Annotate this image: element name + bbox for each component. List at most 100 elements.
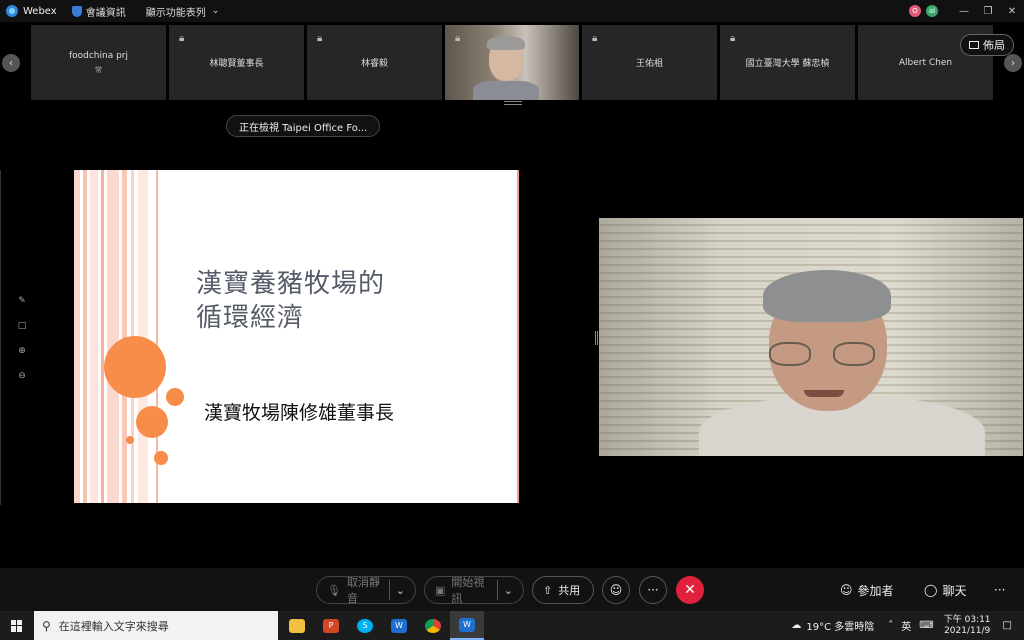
taskbar-clock[interactable]: 下午 03:11 2021/11/9 [944, 615, 991, 637]
webex-logo-icon [6, 5, 18, 17]
presence-avatar-2[interactable]: al [926, 5, 938, 17]
participant-name: 王佑柤 [635, 59, 663, 69]
zoom-in-icon[interactable]: ⊕ [18, 338, 26, 363]
chevron-up-icon[interactable]: ˄ [888, 620, 893, 631]
strip-prev-button[interactable]: ‹ [2, 54, 20, 72]
taskbar-powerpoint[interactable]: P [314, 611, 348, 640]
lock-icon: 🔒︎ [179, 33, 185, 44]
search-placeholder: 在這裡輸入文字來搜尋 [58, 619, 169, 633]
cloud-icon: ☁ [791, 620, 802, 631]
participant-tile[interactable]: foodchina prj 常 [31, 25, 166, 100]
webex-icon: W [459, 617, 475, 632]
participants-button[interactable]: ☺ 參加者 [840, 576, 894, 604]
app-name: Webex [23, 5, 57, 17]
restore-icon[interactable]: ❐ [976, 6, 1000, 17]
search-icon: ⚲ [42, 618, 51, 633]
slide-stripe [74, 170, 80, 503]
taskbar-skype[interactable]: S [348, 611, 382, 640]
slide-stripe [83, 170, 87, 503]
skype-icon: S [357, 618, 373, 633]
windows-logo-icon [11, 619, 23, 632]
stage-resize-handle[interactable] [595, 331, 598, 345]
webex-logo: Webex [6, 5, 57, 17]
start-button[interactable] [0, 611, 34, 640]
strip-resize-handle[interactable] [504, 101, 522, 105]
title-bar: Webex 會議資訊 顯示功能表列 ⌄ O al — ❐ ✕ [0, 0, 1024, 22]
participant-name: 國立臺灣大學 蘇忠楨 [745, 59, 830, 69]
taskbar-webex-2[interactable]: W [450, 611, 484, 640]
slide-title-line-1: 漢寶養豬牧場的 [196, 269, 386, 299]
slide-circle [104, 336, 166, 398]
zoom-out-icon[interactable]: ⊖ [18, 363, 26, 388]
layout-label: 佈局 [983, 39, 1005, 52]
chevron-down-icon[interactable]: ⌄ [504, 584, 513, 597]
chevron-down-icon[interactable]: ⌄ [396, 584, 405, 597]
participants-label: 參加者 [857, 583, 894, 598]
participant-name: foodchina prj [68, 50, 129, 61]
taskbar-webex-1[interactable]: W [382, 611, 416, 640]
share-button[interactable]: ⇧ 共用 [532, 576, 594, 604]
active-speaker-video[interactable] [599, 218, 1023, 456]
weather-text[interactable]: 19°C 多雲時陰 [806, 618, 874, 633]
viewing-pill[interactable]: 正在檢視 Taipei Office Fo... [226, 115, 381, 137]
button-separator [496, 580, 498, 600]
start-video-label: 開始視訊 [451, 576, 485, 605]
close-icon[interactable]: ✕ [1000, 6, 1024, 17]
shield-icon [71, 5, 82, 17]
chat-button[interactable]: ◯ 聊天 [924, 576, 966, 604]
video-person-body [473, 81, 539, 100]
speaker-glasses-right [833, 342, 875, 366]
slide-circle [126, 436, 134, 444]
lock-icon: 🔒︎ [455, 33, 461, 44]
participant-tile[interactable]: 🔒︎ 林睿毅 [307, 25, 442, 100]
layout-icon [969, 41, 979, 49]
slide-stripe [90, 170, 98, 503]
slide-title-line-2: 循環經濟 [196, 303, 305, 333]
clock-date: 2021/11/9 [944, 625, 991, 636]
taskbar-search[interactable]: ⚲ 在這裡輸入文字來搜尋 [34, 611, 278, 640]
participant-tile[interactable]: 🔒︎ 林聰賢董事長 [169, 25, 304, 100]
presence-avatar-1[interactable]: O [909, 5, 921, 17]
chevron-down-icon: ⌄ [211, 6, 220, 16]
participant-sub: 常 [95, 65, 102, 74]
end-meeting-button[interactable]: ✕ [676, 576, 704, 604]
chrome-icon [425, 618, 441, 633]
annotate-icon[interactable]: ✎ [18, 288, 26, 313]
clock-time: 下午 03:11 [943, 614, 991, 625]
reactions-button[interactable]: ☺ [602, 576, 630, 604]
show-menu-bar-button[interactable]: 顯示功能表列 ⌄ [146, 4, 220, 19]
more-icon: ··· [647, 583, 659, 597]
notification-icon[interactable]: □ [1003, 620, 1012, 631]
windows-taskbar: ⚲ 在這裡輸入文字來搜尋 P S W W ☁ 19°C 多雲時陰 ˄ 英 ⌨ 下… [0, 611, 1024, 640]
meeting-controls: 🎙︎ 取消靜音 ⌄ ▣ 開始視訊 ⌄ ⇧ 共用 ☺ ··· ✕ ☺ 參加者 ◯ … [0, 568, 1024, 611]
slide-stripe [101, 170, 104, 503]
minimize-icon[interactable]: — [952, 6, 976, 17]
keyboard-icon[interactable]: ⌨ [919, 620, 933, 631]
lock-icon: 🔒︎ [317, 33, 323, 44]
lock-icon: 🔒︎ [730, 33, 736, 44]
participant-name: 林睿毅 [360, 59, 388, 69]
participant-tile[interactable]: 🔒︎ 國立臺灣大學 蘇忠楨 [720, 25, 855, 100]
shared-slide: 漢寶養豬牧場的 循環經濟 漢寶牧場陳修雄董事長 [74, 170, 519, 503]
slide-circle [136, 406, 168, 438]
strip-next-button[interactable]: › [1004, 54, 1022, 72]
webex-icon: W [391, 618, 407, 633]
ime-indicator[interactable]: 英 [901, 618, 911, 633]
speaker-mouth [804, 390, 844, 397]
more-options-button[interactable]: ··· [639, 576, 667, 604]
share-label: 共用 [558, 584, 581, 597]
slide-circle [154, 451, 168, 465]
layout-button[interactable]: 佈局 [960, 34, 1014, 56]
slide-subtitle: 漢寶牧場陳修雄董事長 [204, 402, 395, 424]
slide-circle [166, 388, 184, 406]
meeting-info-button[interactable]: 會議資訊 [71, 4, 126, 19]
participant-tile[interactable]: 🔒︎ 王佑柤 [582, 25, 717, 100]
taskbar-chrome[interactable] [416, 611, 450, 640]
page-icon[interactable]: □ [18, 313, 27, 338]
participant-video-tile[interactable]: 🔒︎ [445, 25, 579, 100]
taskbar-file-explorer[interactable] [280, 611, 314, 640]
overflow-menu-button[interactable]: ··· [994, 576, 1005, 604]
unmute-button[interactable]: 🎙︎ 取消靜音 ⌄ [316, 576, 416, 605]
share-toolbar: ✎ □ ⊕ ⊖ [8, 288, 36, 388]
start-video-button[interactable]: ▣ 開始視訊 ⌄ [424, 576, 524, 605]
